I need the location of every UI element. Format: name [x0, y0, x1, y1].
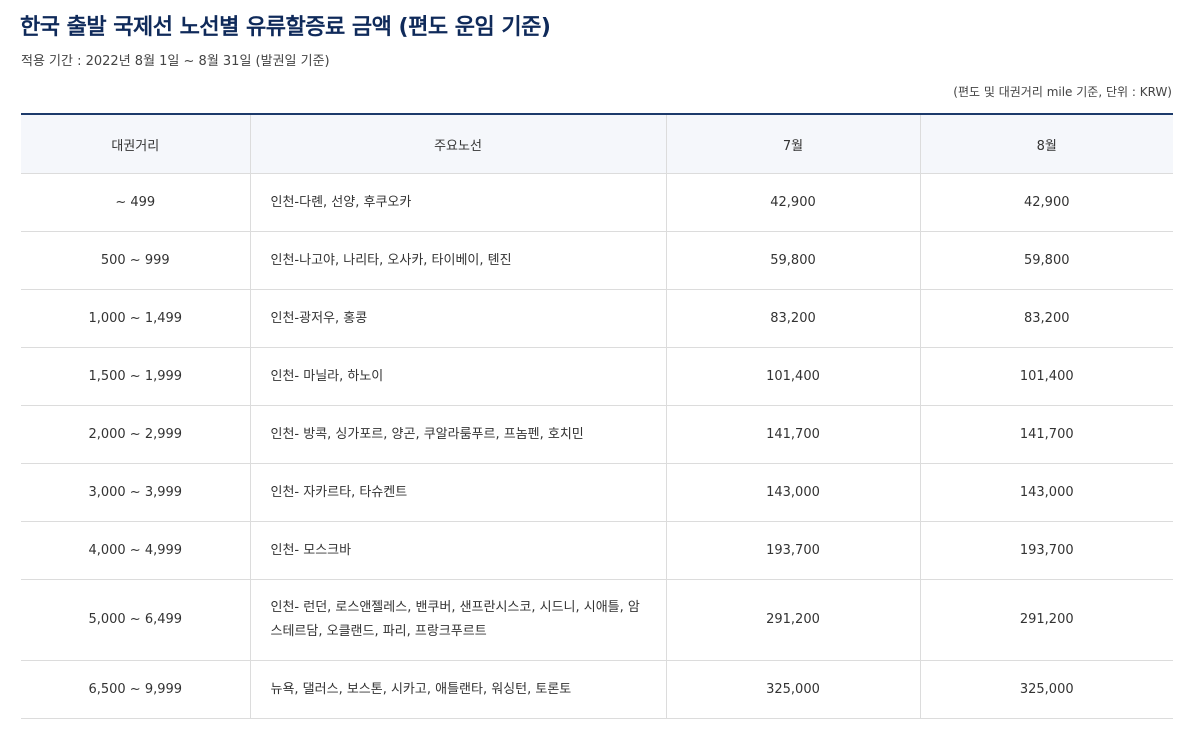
distance-cell: 2,000 ~ 2,999 — [21, 405, 250, 464]
routes-cell: 인천-다롄, 선양, 후쿠오카 — [249, 173, 666, 232]
july-fare-cell: 59,800 — [665, 231, 920, 290]
distance-cell: 4,000 ~ 4,999 — [21, 521, 250, 580]
table-row: 2,000 ~ 2,999 인천- 방콕, 싱가포르, 양곤, 쿠알라룸푸르, … — [21, 405, 1173, 464]
distance-cell: 1,500 ~ 1,999 — [21, 347, 250, 406]
routes-cell: 인천-광저우, 홍콩 — [249, 289, 666, 348]
header-august: 8월 — [919, 114, 1173, 174]
table-row: 500 ~ 999 인천-나고야, 나리타, 오사카, 타이베이, 톈진 59,… — [21, 231, 1173, 290]
header-routes: 주요노선 — [249, 114, 666, 174]
august-fare-cell: 141,700 — [919, 405, 1173, 464]
routes-cell: 인천- 런던, 로스앤젤레스, 밴쿠버, 샌프란시스코, 시드니, 시애틀, 암… — [249, 579, 666, 661]
august-fare-cell: 291,200 — [919, 579, 1173, 661]
august-fare-cell: 325,000 — [919, 660, 1173, 719]
routes-cell: 인천- 마닐라, 하노이 — [249, 347, 666, 406]
header-july: 7월 — [665, 114, 920, 174]
table-row: 1,000 ~ 1,499 인천-광저우, 홍콩 83,200 83,200 — [21, 289, 1173, 348]
july-fare-cell: 101,400 — [665, 347, 920, 406]
distance-cell: 5,000 ~ 6,499 — [21, 579, 250, 661]
fuel-surcharge-page: 한국 출발 국제선 노선별 유류할증료 금액 (편도 운임 기준) 적용 기간 … — [0, 0, 1194, 736]
table-row: 4,000 ~ 4,999 인천- 모스크바 193,700 193,700 — [21, 521, 1173, 580]
august-fare-cell: 42,900 — [919, 173, 1173, 232]
routes-cell: 인천-나고야, 나리타, 오사카, 타이베이, 톈진 — [249, 231, 666, 290]
application-period: 적용 기간 : 2022년 8월 1일 ~ 8월 31일 (발권일 기준) — [21, 54, 330, 69]
distance-cell: 6,500 ~ 9,999 — [21, 660, 250, 719]
distance-cell: 3,000 ~ 3,999 — [21, 463, 250, 522]
august-fare-cell: 83,200 — [919, 289, 1173, 348]
table-header-row: 대권거리 주요노선 7월 8월 — [21, 114, 1173, 174]
july-fare-cell: 143,000 — [665, 463, 920, 522]
table-row: ~ 499 인천-다롄, 선양, 후쿠오카 42,900 42,900 — [21, 173, 1173, 232]
routes-cell: 인천- 모스크바 — [249, 521, 666, 580]
distance-cell: 500 ~ 999 — [21, 231, 250, 290]
august-fare-cell: 59,800 — [919, 231, 1173, 290]
unit-note: (편도 및 대권거리 mile 기준, 단위 : KRW) — [953, 85, 1172, 99]
distance-cell: 1,000 ~ 1,499 — [21, 289, 250, 348]
distance-cell: ~ 499 — [21, 173, 250, 232]
august-fare-cell: 101,400 — [919, 347, 1173, 406]
header-distance: 대권거리 — [21, 114, 250, 174]
routes-cell: 인천- 자카르타, 타슈켄트 — [249, 463, 666, 522]
table-row: 6,500 ~ 9,999 뉴욕, 댈러스, 보스톤, 시카고, 애틀랜타, 워… — [21, 660, 1173, 719]
table-row: 3,000 ~ 3,999 인천- 자카르타, 타슈켄트 143,000 143… — [21, 463, 1173, 522]
table-row: 5,000 ~ 6,499 인천- 런던, 로스앤젤레스, 밴쿠버, 샌프란시스… — [21, 579, 1173, 661]
july-fare-cell: 325,000 — [665, 660, 920, 719]
july-fare-cell: 291,200 — [665, 579, 920, 661]
july-fare-cell: 42,900 — [665, 173, 920, 232]
july-fare-cell: 83,200 — [665, 289, 920, 348]
routes-cell: 뉴욕, 댈러스, 보스톤, 시카고, 애틀랜타, 워싱턴, 토론토 — [249, 660, 666, 719]
routes-cell: 인천- 방콕, 싱가포르, 양곤, 쿠알라룸푸르, 프놈펜, 호치민 — [249, 405, 666, 464]
page-title: 한국 출발 국제선 노선별 유류할증료 금액 (편도 운임 기준) — [20, 15, 551, 40]
august-fare-cell: 193,700 — [919, 521, 1173, 580]
july-fare-cell: 141,700 — [665, 405, 920, 464]
table-row: 1,500 ~ 1,999 인천- 마닐라, 하노이 101,400 101,4… — [21, 347, 1173, 406]
july-fare-cell: 193,700 — [665, 521, 920, 580]
fuel-surcharge-table: 대권거리 주요노선 7월 8월 ~ 499 인천-다롄, 선양, 후쿠오카 42… — [21, 113, 1173, 719]
august-fare-cell: 143,000 — [919, 463, 1173, 522]
